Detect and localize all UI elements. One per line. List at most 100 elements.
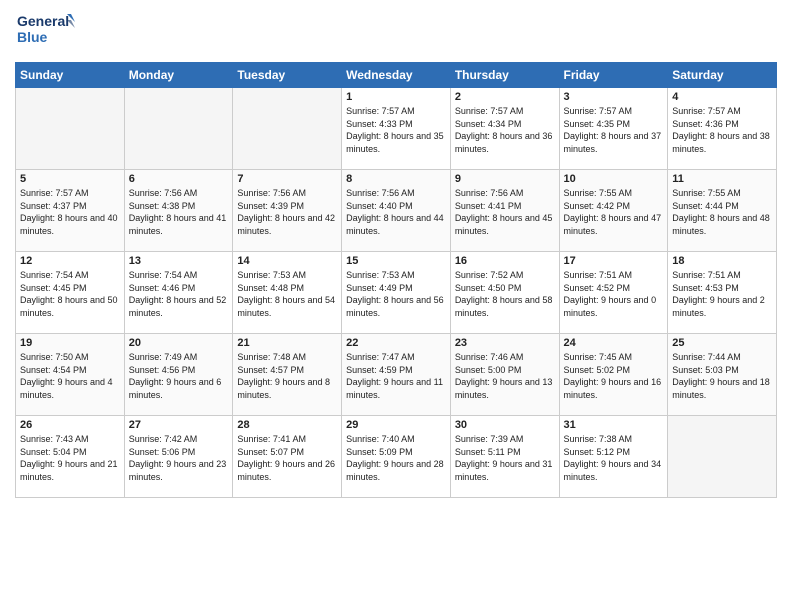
day-number: 5 (20, 173, 120, 185)
day-cell: 1 Sunrise: 7:57 AM Sunset: 4:33 PM Daylig… (342, 88, 451, 170)
day-cell: 29 Sunrise: 7:40 AM Sunset: 5:09 PM Dayli… (342, 416, 451, 498)
day-cell: 23Sunrise: 7:46 AM Sunset: 5:00 PM Dayli… (450, 334, 559, 416)
day-cell (233, 88, 342, 170)
day-cell: 21 Sunrise: 7:48 AM Sunset: 4:57 PM Dayli… (233, 334, 342, 416)
day-info: Sunrise: 7:57 AM Sunset: 4:35 PM Dayligh… (564, 105, 664, 155)
day-number: 1 (346, 91, 446, 103)
day-info: Sunrise: 7:57 AM Sunset: 4:34 PM Dayligh… (455, 105, 555, 155)
day-info: Sunrise: 7:44 AM Sunset: 5:03 PM Dayligh… (672, 351, 772, 401)
day-cell: 28 Sunrise: 7:41 AM Sunset: 5:07 PM Dayli… (233, 416, 342, 498)
svg-text:Blue: Blue (17, 29, 48, 45)
logo-svg: General Blue (15, 10, 75, 54)
day-cell: 26Sunrise: 7:43 AM Sunset: 5:04 PM Dayli… (16, 416, 125, 498)
day-cell: 4Sunrise: 7:57 AM Sunset: 4:36 PM Daylig… (668, 88, 777, 170)
day-number: 11 (672, 173, 772, 185)
day-number: 25 (672, 337, 772, 349)
day-info: Sunrise: 7:51 AM Sunset: 4:52 PM Dayligh… (564, 269, 664, 319)
day-cell (124, 88, 233, 170)
day-info: Sunrise: 7:56 AM Sunset: 4:40 PM Dayligh… (346, 187, 446, 237)
calendar: SundayMondayTuesdayWednesdayThursdayFrid… (15, 62, 777, 498)
day-info: Sunrise: 7:53 AM Sunset: 4:48 PM Dayligh… (237, 269, 337, 319)
day-cell: 11 Sunrise: 7:55 AM Sunset: 4:44 PM Dayli… (668, 170, 777, 252)
day-number: 14 (237, 255, 337, 267)
day-cell: 2 Sunrise: 7:57 AM Sunset: 4:34 PM Daylig… (450, 88, 559, 170)
day-info: Sunrise: 7:50 AM Sunset: 4:54 PM Dayligh… (20, 351, 120, 401)
col-header-friday: Friday (559, 63, 668, 88)
day-number: 22 (346, 337, 446, 349)
calendar-header-row: SundayMondayTuesdayWednesdayThursdayFrid… (16, 63, 777, 88)
day-cell: 9Sunrise: 7:56 AM Sunset: 4:41 PM Daylig… (450, 170, 559, 252)
day-info: Sunrise: 7:39 AM Sunset: 5:11 PM Dayligh… (455, 433, 555, 483)
day-cell: 5 Sunrise: 7:57 AM Sunset: 4:37 PM Daylig… (16, 170, 125, 252)
day-info: Sunrise: 7:45 AM Sunset: 5:02 PM Dayligh… (564, 351, 664, 401)
page: General Blue SundayMondayTuesdayWednesda… (0, 0, 792, 612)
day-info: Sunrise: 7:42 AM Sunset: 5:06 PM Dayligh… (129, 433, 229, 483)
day-cell (668, 416, 777, 498)
day-number: 26 (20, 419, 120, 431)
day-info: Sunrise: 7:40 AM Sunset: 5:09 PM Dayligh… (346, 433, 446, 483)
day-info: Sunrise: 7:55 AM Sunset: 4:44 PM Dayligh… (672, 187, 772, 237)
day-number: 17 (564, 255, 664, 267)
day-info: Sunrise: 7:51 AM Sunset: 4:53 PM Dayligh… (672, 269, 772, 319)
day-number: 10 (564, 173, 664, 185)
day-number: 30 (455, 419, 555, 431)
day-cell: 25 Sunrise: 7:44 AM Sunset: 5:03 PM Dayli… (668, 334, 777, 416)
day-number: 8 (346, 173, 446, 185)
header: General Blue (15, 10, 777, 54)
svg-text:General: General (17, 13, 69, 29)
week-row-4: 19 Sunrise: 7:50 AM Sunset: 4:54 PM Dayli… (16, 334, 777, 416)
day-number: 16 (455, 255, 555, 267)
day-number: 12 (20, 255, 120, 267)
day-cell: 24 Sunrise: 7:45 AM Sunset: 5:02 PM Dayli… (559, 334, 668, 416)
week-row-1: 1 Sunrise: 7:57 AM Sunset: 4:33 PM Daylig… (16, 88, 777, 170)
day-number: 27 (129, 419, 229, 431)
day-cell: 18 Sunrise: 7:51 AM Sunset: 4:53 PM Dayli… (668, 252, 777, 334)
col-header-saturday: Saturday (668, 63, 777, 88)
col-header-thursday: Thursday (450, 63, 559, 88)
day-cell: 15 Sunrise: 7:53 AM Sunset: 4:49 PM Dayli… (342, 252, 451, 334)
day-number: 4 (672, 91, 772, 103)
day-info: Sunrise: 7:54 AM Sunset: 4:46 PM Dayligh… (129, 269, 229, 319)
day-cell (16, 88, 125, 170)
day-number: 23 (455, 337, 555, 349)
day-number: 31 (564, 419, 664, 431)
day-cell: 8 Sunrise: 7:56 AM Sunset: 4:40 PM Daylig… (342, 170, 451, 252)
day-info: Sunrise: 7:53 AM Sunset: 4:49 PM Dayligh… (346, 269, 446, 319)
day-info: Sunrise: 7:55 AM Sunset: 4:42 PM Dayligh… (564, 187, 664, 237)
day-info: Sunrise: 7:57 AM Sunset: 4:37 PM Dayligh… (20, 187, 120, 237)
week-row-3: 12Sunrise: 7:54 AM Sunset: 4:45 PM Dayli… (16, 252, 777, 334)
day-info: Sunrise: 7:47 AM Sunset: 4:59 PM Dayligh… (346, 351, 446, 401)
day-cell: 31 Sunrise: 7:38 AM Sunset: 5:12 PM Dayli… (559, 416, 668, 498)
day-number: 2 (455, 91, 555, 103)
day-number: 29 (346, 419, 446, 431)
logo: General Blue (15, 10, 75, 54)
day-cell: 14 Sunrise: 7:53 AM Sunset: 4:48 PM Dayli… (233, 252, 342, 334)
day-info: Sunrise: 7:56 AM Sunset: 4:41 PM Dayligh… (455, 187, 555, 237)
col-header-sunday: Sunday (16, 63, 125, 88)
day-number: 13 (129, 255, 229, 267)
day-info: Sunrise: 7:48 AM Sunset: 4:57 PM Dayligh… (237, 351, 337, 401)
day-cell: 12Sunrise: 7:54 AM Sunset: 4:45 PM Dayli… (16, 252, 125, 334)
day-cell: 16 Sunrise: 7:52 AM Sunset: 4:50 PM Dayli… (450, 252, 559, 334)
day-info: Sunrise: 7:56 AM Sunset: 4:38 PM Dayligh… (129, 187, 229, 237)
col-header-wednesday: Wednesday (342, 63, 451, 88)
day-cell: 7Sunrise: 7:56 AM Sunset: 4:39 PM Daylig… (233, 170, 342, 252)
day-cell: 10 Sunrise: 7:55 AM Sunset: 4:42 PM Dayli… (559, 170, 668, 252)
day-info: Sunrise: 7:41 AM Sunset: 5:07 PM Dayligh… (237, 433, 337, 483)
day-cell: 20Sunrise: 7:49 AM Sunset: 4:56 PM Dayli… (124, 334, 233, 416)
day-info: Sunrise: 7:38 AM Sunset: 5:12 PM Dayligh… (564, 433, 664, 483)
day-number: 21 (237, 337, 337, 349)
day-cell: 27 Sunrise: 7:42 AM Sunset: 5:06 PM Dayli… (124, 416, 233, 498)
day-number: 19 (20, 337, 120, 349)
col-header-tuesday: Tuesday (233, 63, 342, 88)
day-number: 15 (346, 255, 446, 267)
day-number: 6 (129, 173, 229, 185)
day-number: 18 (672, 255, 772, 267)
day-info: Sunrise: 7:57 AM Sunset: 4:33 PM Dayligh… (346, 105, 446, 155)
day-cell: 22 Sunrise: 7:47 AM Sunset: 4:59 PM Dayli… (342, 334, 451, 416)
day-number: 3 (564, 91, 664, 103)
day-number: 28 (237, 419, 337, 431)
day-number: 24 (564, 337, 664, 349)
day-info: Sunrise: 7:52 AM Sunset: 4:50 PM Dayligh… (455, 269, 555, 319)
col-header-monday: Monday (124, 63, 233, 88)
